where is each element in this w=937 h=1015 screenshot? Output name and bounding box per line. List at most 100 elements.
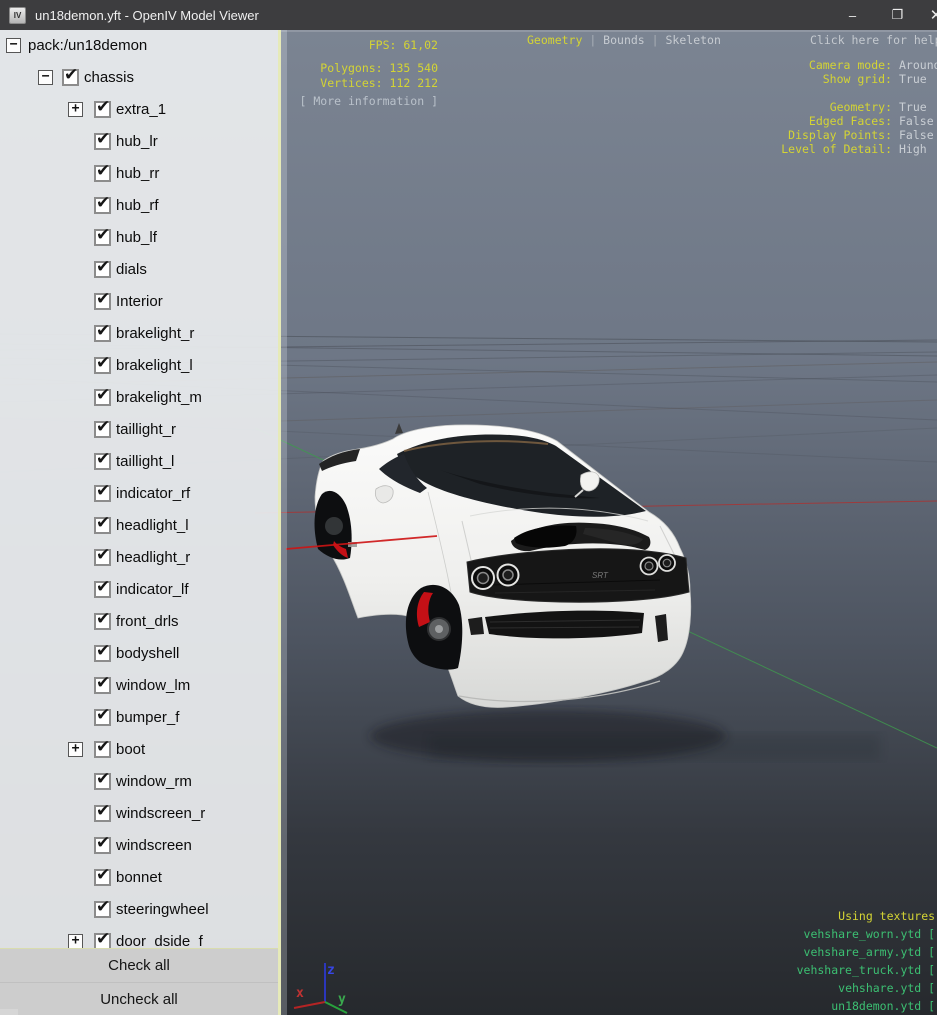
visibility-checkbox[interactable]: ✔ <box>94 741 111 758</box>
tab-geometry[interactable]: Geometry <box>527 33 582 47</box>
visibility-checkbox[interactable]: ✔ <box>94 613 111 630</box>
tree-item-hub-lr[interactable]: ✔hub_lr <box>0 126 278 158</box>
tree-item-steeringwheel[interactable]: ✔steeringwheel <box>0 894 278 926</box>
visibility-checkbox[interactable]: ✔ <box>94 709 111 726</box>
check-all-button[interactable]: Check all <box>0 949 278 982</box>
tree-item-headlight-r[interactable]: ✔ headlight_r <box>0 542 278 574</box>
tree-item-label: brakelight_l <box>116 350 193 381</box>
tree-item-boot[interactable]: +✔boot <box>0 734 278 766</box>
visibility-checkbox[interactable]: ✔ <box>94 165 111 182</box>
app-icon: IV <box>9 7 26 24</box>
visibility-checkbox[interactable]: ✔ <box>94 357 111 374</box>
collapse-icon[interactable]: − <box>6 38 21 53</box>
checkmark-icon: ✔ <box>96 833 110 853</box>
tree-item-hub-lf[interactable]: ✔hub_lf <box>0 222 278 254</box>
visibility-checkbox[interactable]: ✔ <box>94 293 111 310</box>
tree-item-windscreen[interactable]: ✔ windscreen <box>0 830 278 862</box>
checkmark-icon: ✔ <box>96 321 110 341</box>
tree-item-label: taillight_r <box>116 414 176 445</box>
tree-item-door-dside-f[interactable]: +✔door_dside_f <box>0 926 278 948</box>
collapse-icon[interactable]: − <box>38 70 53 85</box>
tree-item-indicator-rf[interactable]: ✔ indicator_rf <box>0 478 278 510</box>
tree-item-brakelight-r[interactable]: ✔brakelight_r <box>0 318 278 350</box>
render-mode-tabs: Geometry | Bounds | Skeleton <box>527 33 721 47</box>
tree-item-brakelight-l[interactable]: ✔ brakelight_l <box>0 350 278 382</box>
minimize-button[interactable]: – <box>830 0 875 30</box>
tree-item-brakelight-m[interactable]: ✔ brakelight_m <box>0 382 278 414</box>
tab-bounds[interactable]: Bounds <box>603 33 645 47</box>
tree-item-interior[interactable]: ✔Interior <box>0 286 278 318</box>
visibility-checkbox[interactable]: ✔ <box>94 901 111 918</box>
more-information-link[interactable]: [ More information ] <box>300 94 438 108</box>
tab-skeleton[interactable]: Skeleton <box>666 33 721 47</box>
visibility-checkbox[interactable]: ✔ <box>94 133 111 150</box>
checkmark-icon: ✔ <box>96 577 110 597</box>
maximize-button[interactable]: ❐ <box>875 0 920 30</box>
checkmark-icon: ✔ <box>96 225 110 245</box>
tree-item-extra-1[interactable]: +✔extra_1 <box>0 94 278 126</box>
tree-item-chassis[interactable]: −✔chassis <box>0 62 278 94</box>
checkmark-icon: ✔ <box>96 545 110 565</box>
tree-item-bonnet[interactable]: ✔ bonnet <box>0 862 278 894</box>
visibility-checkbox[interactable]: ✔ <box>94 773 111 790</box>
tree-item-hub-rf[interactable]: ✔ hub_rf <box>0 190 278 222</box>
tree-item-label: windscreen <box>116 830 192 861</box>
visibility-checkbox[interactable]: ✔ <box>94 197 111 214</box>
tree-item-label: brakelight_m <box>116 382 202 413</box>
tree-item-window-lm[interactable]: ✔ window_lm <box>0 670 278 702</box>
visibility-checkbox[interactable]: ✔ <box>94 229 111 246</box>
visibility-checkbox[interactable]: ✔ <box>94 101 111 118</box>
visibility-checkbox[interactable]: ✔ <box>94 581 111 598</box>
checkmark-icon: ✔ <box>96 353 110 373</box>
visibility-checkbox[interactable]: ✔ <box>94 805 111 822</box>
checkmark-icon: ✔ <box>96 865 110 885</box>
visibility-checkbox[interactable]: ✔ <box>94 549 111 566</box>
visibility-checkbox[interactable]: ✔ <box>94 517 111 534</box>
visibility-checkbox[interactable]: ✔ <box>94 325 111 342</box>
tree-item-label: headlight_r <box>116 542 190 573</box>
visibility-checkbox[interactable]: ✔ <box>94 933 111 948</box>
expand-icon[interactable]: + <box>68 742 83 757</box>
visibility-checkbox[interactable]: ✔ <box>94 677 111 694</box>
tree-item-windscreen-r[interactable]: ✔windscreen_r <box>0 798 278 830</box>
expand-icon[interactable]: + <box>68 934 83 948</box>
checkmark-icon: ✔ <box>96 417 110 437</box>
visibility-checkbox[interactable]: ✔ <box>94 261 111 278</box>
uncheck-all-button[interactable]: Uncheck all <box>0 982 278 1015</box>
tree-item-label: bonnet <box>116 862 162 893</box>
expand-icon[interactable]: + <box>68 102 83 117</box>
tree-item-front-drls[interactable]: ✔ front_drls <box>0 606 278 638</box>
tree-item-dials[interactable]: ✔dials <box>0 254 278 286</box>
visibility-checkbox[interactable]: ✔ <box>94 453 111 470</box>
tree-item-label: indicator_rf <box>116 478 190 509</box>
tree-item-taillight-l[interactable]: ✔taillight_l <box>0 446 278 478</box>
tree-item-label: front_drls <box>116 606 179 637</box>
axis-z-label: z <box>327 963 335 978</box>
tab-separator: | <box>582 33 603 47</box>
tree-item-hub-rr[interactable]: ✔ hub_rr <box>0 158 278 190</box>
visibility-checkbox[interactable]: ✔ <box>94 869 111 886</box>
checkmark-icon: ✔ <box>96 481 110 501</box>
tree-item-indicator-lf[interactable]: ✔ indicator_lf <box>0 574 278 606</box>
tree-item-pack-un18demon[interactable]: −pack:/un18demon <box>0 30 278 62</box>
tree-item-label: indicator_lf <box>116 574 189 605</box>
visibility-checkbox[interactable]: ✔ <box>94 645 111 662</box>
tree-item-headlight-l[interactable]: ✔headlight_l <box>0 510 278 542</box>
tree-item-label: hub_rr <box>116 158 159 189</box>
tree-item-bodyshell[interactable]: ✔bodyshell <box>0 638 278 670</box>
tree-item-label: hub_rf <box>116 190 159 221</box>
visibility-checkbox[interactable]: ✔ <box>62 69 79 86</box>
tree-item-bumper-f[interactable]: ✔bumper_f <box>0 702 278 734</box>
close-button[interactable]: ✕ <box>920 0 937 30</box>
visibility-checkbox[interactable]: ✔ <box>94 837 111 854</box>
window-resize-grip[interactable] <box>0 1009 18 1015</box>
tree-item-taillight-r[interactable]: ✔ taillight_r <box>0 414 278 446</box>
car-srt-badge: SRT <box>592 571 609 580</box>
help-link[interactable]: Click here for help <box>810 33 937 47</box>
tree-item-label: window_lm <box>116 670 190 701</box>
visibility-checkbox[interactable]: ✔ <box>94 485 111 502</box>
visibility-checkbox[interactable]: ✔ <box>94 421 111 438</box>
tree-item-window-rm[interactable]: ✔window_rm <box>0 766 278 798</box>
visibility-checkbox[interactable]: ✔ <box>94 389 111 406</box>
checkmark-icon: ✔ <box>96 737 110 757</box>
